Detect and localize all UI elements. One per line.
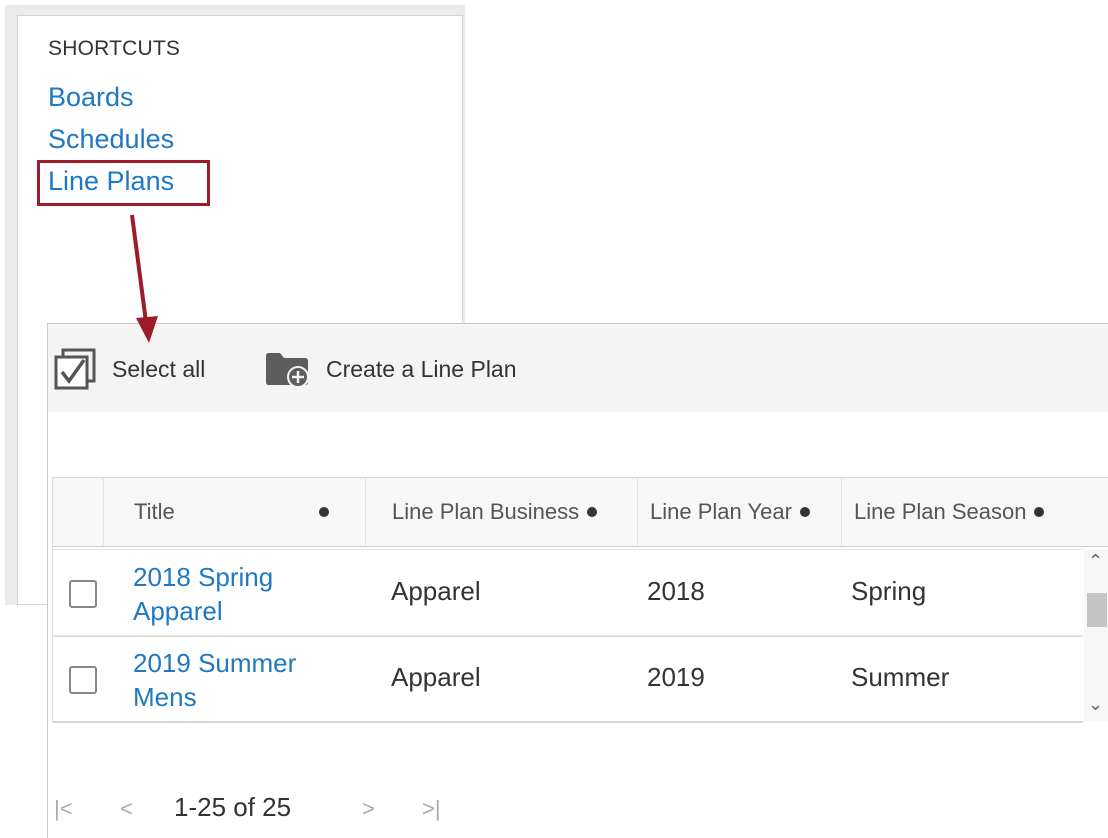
- prev-page-icon[interactable]: <: [120, 796, 133, 822]
- row-business: Apparel: [391, 662, 481, 692]
- row-season: Summer: [851, 662, 950, 692]
- header-year[interactable]: Line Plan Year: [637, 478, 841, 546]
- row-title-link[interactable]: 2019 Summer Mens: [133, 646, 333, 714]
- line-plans-highlight-box: [37, 160, 210, 206]
- row-year: 2019: [647, 662, 705, 692]
- pager-range: 1-25 of 25: [174, 792, 292, 822]
- next-page-icon[interactable]: >: [362, 796, 375, 822]
- pager: |< < 1-25 of 25 > >|: [48, 790, 648, 830]
- header-title[interactable]: Title: [103, 478, 365, 546]
- scroll-down-icon[interactable]: ⌄: [1088, 694, 1103, 715]
- select-all-button[interactable]: Select all: [54, 348, 206, 390]
- shortcuts-heading: SHORTCUTS: [48, 37, 181, 60]
- grid-scrollbar[interactable]: ⌃ ⌄: [1084, 549, 1108, 722]
- table-row: 2019 Summer Mens Apparel 2019 Summer: [53, 635, 1083, 723]
- select-all-label: Select all: [112, 355, 206, 382]
- first-page-icon[interactable]: |<: [54, 796, 73, 822]
- line-plans-grid: Title Line Plan Business Line Plan Year …: [52, 477, 1108, 723]
- table-row: 2018 Spring Apparel Apparel 2018 Spring: [53, 549, 1083, 637]
- select-all-icon: [54, 348, 96, 390]
- shortcut-boards-link[interactable]: Boards: [48, 82, 134, 113]
- column-menu-icon[interactable]: [1034, 507, 1045, 517]
- row-business: Apparel: [391, 576, 481, 606]
- create-line-plan-label: Create a Line Plan: [326, 355, 517, 382]
- row-checkbox[interactable]: [69, 580, 97, 608]
- column-menu-icon[interactable]: [587, 507, 598, 517]
- header-business[interactable]: Line Plan Business: [365, 478, 637, 546]
- scroll-up-icon[interactable]: ⌃: [1088, 551, 1103, 572]
- header-business-label: Line Plan Business: [392, 499, 580, 524]
- line-plans-window: Select all Create a Line Plan Title Line…: [47, 323, 1108, 838]
- row-season: Spring: [851, 576, 927, 606]
- scroll-thumb[interactable]: [1087, 593, 1107, 627]
- create-line-plan-button[interactable]: Create a Line Plan: [264, 352, 517, 388]
- header-select-column: [53, 478, 103, 546]
- header-season-label: Line Plan Season: [854, 499, 1027, 524]
- header-season[interactable]: Line Plan Season: [841, 478, 1081, 546]
- header-year-label: Line Plan Year: [650, 499, 792, 524]
- header-title-label: Title: [134, 499, 175, 524]
- column-menu-icon[interactable]: [319, 507, 329, 517]
- shortcut-schedules-link[interactable]: Schedules: [48, 124, 174, 155]
- last-page-icon[interactable]: >|: [422, 796, 441, 822]
- grid-header: Title Line Plan Business Line Plan Year …: [53, 478, 1108, 547]
- row-title-link[interactable]: 2018 Spring Apparel: [133, 560, 333, 628]
- row-year: 2018: [647, 576, 705, 606]
- toolbar: Select all Create a Line Plan: [48, 324, 1108, 412]
- row-checkbox[interactable]: [69, 666, 97, 694]
- column-menu-icon[interactable]: [799, 507, 810, 517]
- folder-add-icon: [266, 353, 309, 388]
